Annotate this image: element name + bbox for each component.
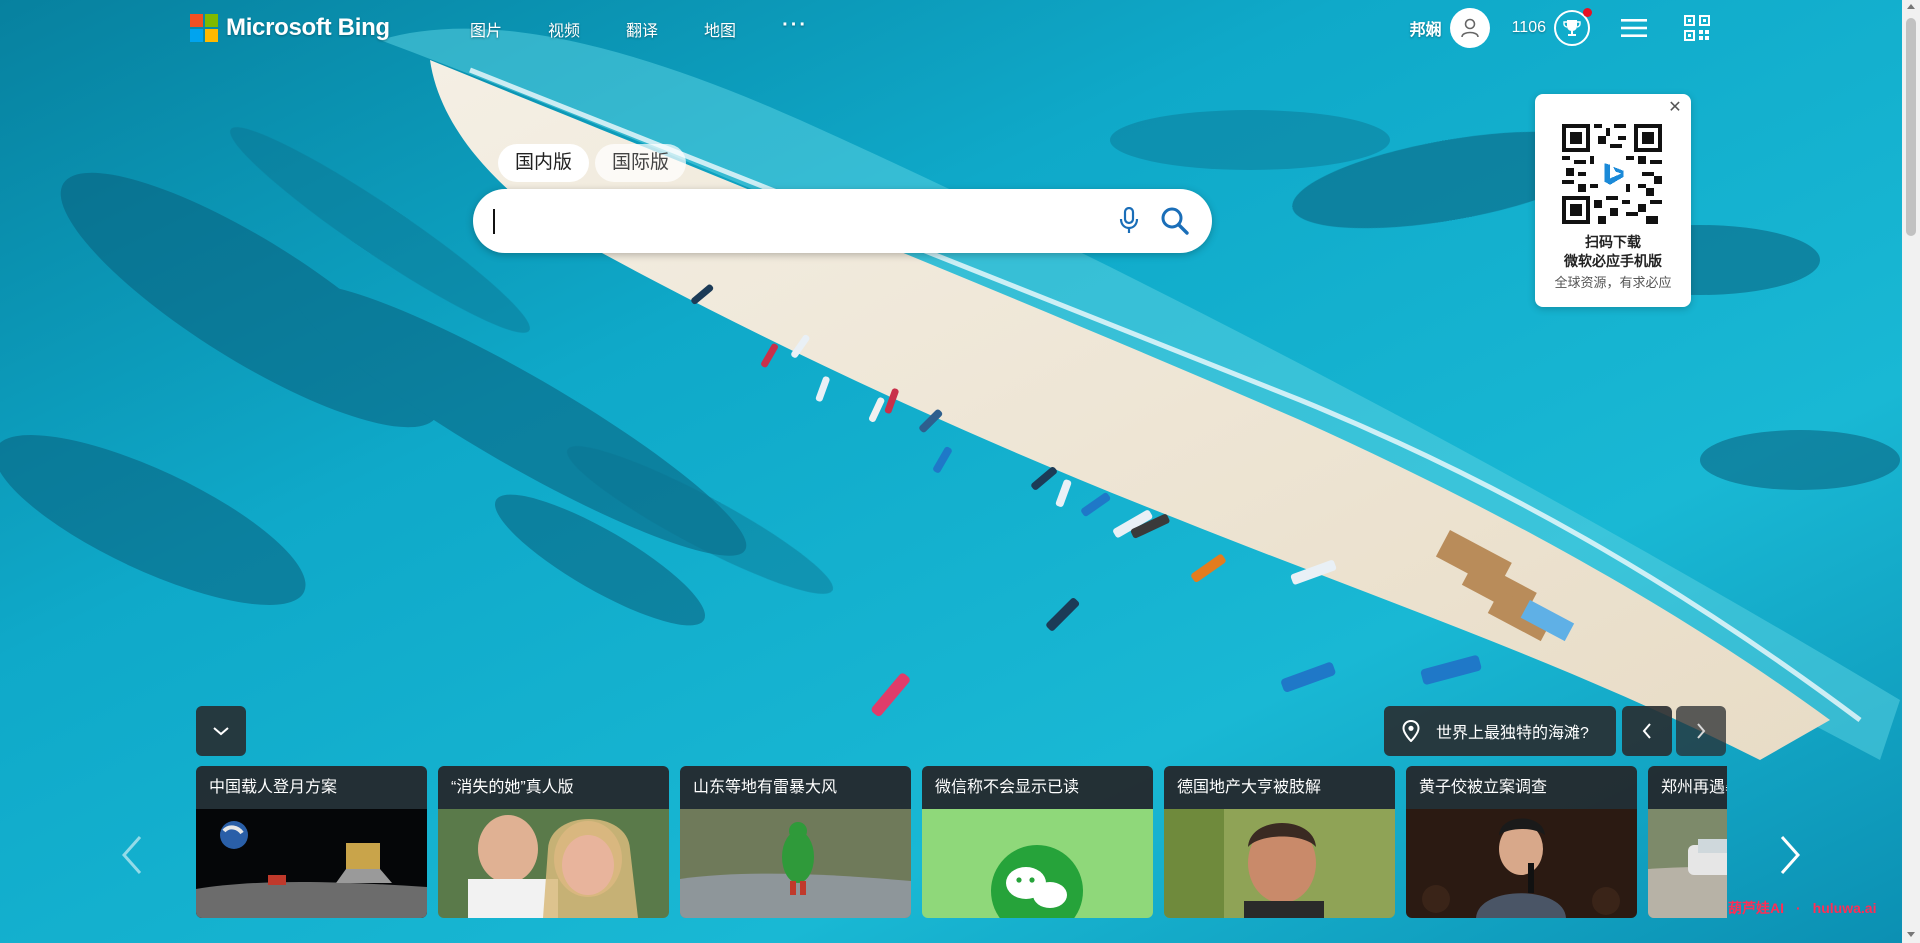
nav-maps-link[interactable]: 地图 (704, 17, 736, 41)
qr-caption-line3: 全球资源，有求必应 (1554, 275, 1672, 290)
nav-images-link[interactable]: 图片 (470, 17, 502, 41)
qr-caption-line1: 扫码下载 (1585, 234, 1641, 250)
news-card[interactable]: 德国地产大亨被肢解 (1164, 766, 1395, 918)
rewards-button[interactable] (1554, 8, 1592, 46)
page-scrollbar[interactable] (1902, 0, 1920, 943)
bing-logo[interactable]: Microsoft Bing (190, 12, 390, 44)
watermark-separator: · (1796, 900, 1801, 916)
child-in-rain-image (680, 809, 911, 918)
news-headline: 山东等地有雷暴大风 (680, 766, 911, 809)
chevron-left-icon (1642, 723, 1651, 739)
news-headline: 黄子佼被立案调查 (1406, 766, 1637, 809)
microsoft-logo-icon (190, 14, 218, 42)
voice-search-button[interactable] (1113, 205, 1145, 237)
header-account-area: 邦娴 1106 (1410, 8, 1710, 48)
user-icon (1460, 18, 1479, 38)
news-headline: 中国载人登月方案 (196, 766, 427, 809)
next-image-button[interactable] (1676, 706, 1726, 756)
news-headline: “消失的她”真人版 (438, 766, 669, 809)
watermark-brand: 葫芦娃AI (1728, 900, 1784, 916)
location-pin-icon (1402, 720, 1420, 742)
wechat-logo-image (922, 809, 1153, 918)
news-card[interactable]: 山东等地有雷暴大风 (680, 766, 911, 918)
hamburger-menu-icon (1621, 19, 1647, 37)
speaker-on-stage-image (1406, 809, 1637, 918)
qr-code-image (1562, 124, 1662, 224)
search-region-tabs: 国内版 国际版 (498, 144, 692, 182)
search-button[interactable] (1157, 203, 1193, 239)
brand-name: Microsoft Bing (226, 14, 390, 41)
scroll-down-arrow-icon[interactable] (1907, 932, 1915, 937)
scroll-up-arrow-icon[interactable] (1907, 4, 1915, 9)
watermark-domain: huluwa.ai (1812, 900, 1877, 916)
tab-domestic[interactable]: 国内版 (498, 144, 590, 182)
text-cursor (493, 209, 495, 234)
qr-code-icon[interactable] (1684, 15, 1710, 41)
rewards-points[interactable]: 1106 (1512, 19, 1546, 37)
news-card[interactable]: 微信称不会显示已读 (922, 766, 1153, 918)
watermark: 葫芦娃AI · huluwa.ai (1722, 898, 1882, 918)
image-title: 世界上最独特的海滩? (1436, 725, 1589, 742)
moon-lander-image (196, 809, 427, 918)
qr-caption-line2: 微软必应手机版 (1564, 253, 1662, 269)
search-box (473, 189, 1212, 253)
scroll-thumb[interactable] (1906, 18, 1916, 236)
carousel-next-icon[interactable] (1774, 833, 1804, 877)
carousel-prev-icon[interactable] (118, 833, 148, 877)
previous-image-button[interactable] (1622, 706, 1672, 756)
microphone-icon (1119, 207, 1139, 233)
menu-button[interactable] (1620, 14, 1648, 42)
chevron-right-icon (1697, 723, 1706, 739)
user-name[interactable]: 邦娴 (1410, 16, 1442, 40)
news-card[interactable]: “消失的她”真人版 (438, 766, 669, 918)
smiling-man-image (1164, 809, 1395, 918)
nav-translate-link[interactable]: 翻译 (626, 17, 658, 41)
image-info-button[interactable]: 世界上最独特的海滩? (1384, 706, 1616, 756)
couple-portrait-image (438, 809, 669, 918)
news-card[interactable]: 郑州再遇暴雨 (1648, 766, 1727, 918)
collapse-feed-button[interactable] (196, 706, 246, 756)
avatar[interactable] (1449, 8, 1490, 48)
app-download-card: ✕ 扫码下载 微软必应手机版 全球资源，有求必应 (1535, 94, 1691, 307)
close-icon[interactable]: ✕ (1667, 100, 1683, 116)
search-icon (1161, 207, 1189, 235)
nav-more-button[interactable]: ··· (782, 14, 808, 37)
trophy-icon (1563, 20, 1581, 36)
news-card[interactable]: 中国载人登月方案 (196, 766, 427, 918)
nav-videos-link[interactable]: 视频 (548, 17, 580, 41)
search-input[interactable] (493, 201, 1083, 241)
news-carousel: 中国载人登月方案 “消失的她”真人版 山东等地有雷暴大风 微信称不会显示已读 德… (196, 766, 1727, 918)
news-headline: 德国地产大亨被肢解 (1164, 766, 1395, 809)
tab-international[interactable]: 国际版 (595, 144, 687, 182)
news-card[interactable]: 黄子佼被立案调查 (1406, 766, 1637, 918)
flooded-car-image (1648, 809, 1727, 918)
top-nav: 图片 视频 翻译 地图 ··· (470, 14, 854, 41)
location-pin-wrapper (1402, 720, 1424, 742)
chevron-down-icon (213, 727, 229, 736)
notification-dot (1583, 8, 1592, 17)
news-headline: 微信称不会显示已读 (922, 766, 1153, 809)
news-headline: 郑州再遇暴雨 (1648, 766, 1727, 809)
